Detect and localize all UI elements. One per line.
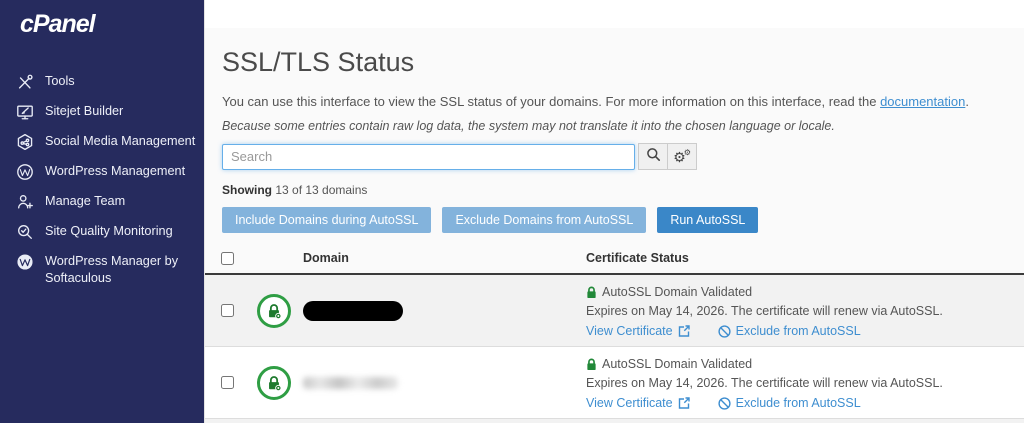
sidebar: cPanel Tools Sitejet Builder Social Medi… xyxy=(0,0,204,423)
sidebar-nav: Tools Sitejet Builder Social Media Manag… xyxy=(0,67,204,293)
exclude-from-autossl-link[interactable]: Exclude from AutoSSL xyxy=(718,396,861,410)
sidebar-item-label: Manage Team xyxy=(45,194,126,208)
sidebar-item-label: WordPress Manager by Softaculous xyxy=(45,254,179,285)
status-links: View Certificate Exclude from AutoSSL xyxy=(586,396,1024,410)
exclude-from-autossl-label: Exclude from AutoSSL xyxy=(735,396,861,410)
status-badge: AutoSSL Domain Validated xyxy=(586,285,1024,299)
ssl-lock-badge-icon xyxy=(257,293,291,328)
view-certificate-label: View Certificate xyxy=(586,396,673,410)
green-lock-icon xyxy=(587,286,596,298)
external-link-icon xyxy=(678,325,690,337)
page-title: SSL/TLS Status xyxy=(222,47,415,77)
showing-text: 13 of 13 domains xyxy=(272,183,368,197)
manage-team-icon xyxy=(16,193,34,211)
view-certificate-label: View Certificate xyxy=(586,324,673,338)
sidebar-item-sitejet-builder[interactable]: Sitejet Builder xyxy=(0,97,204,127)
column-header-domain: Domain xyxy=(303,251,349,265)
search-button[interactable] xyxy=(638,143,668,170)
sidebar-item-manage-team[interactable]: Manage Team xyxy=(0,187,204,217)
green-lock-icon xyxy=(587,358,596,370)
status-badge: AutoSSL Domain Validated xyxy=(586,357,1024,371)
column-header-certificate-status: Certificate Status xyxy=(586,251,689,265)
table-header: Domain Certificate Status xyxy=(205,245,1024,275)
top-bar xyxy=(205,0,1024,28)
wordpress-manager-icon xyxy=(16,253,34,271)
status-badge-text: AutoSSL Domain Validated xyxy=(602,285,753,299)
status-detail: Expires on May 14, 2026. The certificate… xyxy=(586,304,943,318)
wordpress-icon xyxy=(16,163,34,181)
description-period: . xyxy=(965,94,969,109)
search-input[interactable] xyxy=(222,143,635,170)
status-links: View Certificate Exclude from AutoSSL xyxy=(586,324,1024,338)
sidebar-item-label: Sitejet Builder xyxy=(45,104,124,118)
redaction-blackout xyxy=(303,300,403,321)
view-certificate-link[interactable]: View Certificate xyxy=(586,396,690,410)
status-badge-text: AutoSSL Domain Validated xyxy=(602,357,753,371)
sidebar-item-label: WordPress Management xyxy=(45,164,186,178)
tools-icon xyxy=(16,73,34,91)
view-certificate-link[interactable]: View Certificate xyxy=(586,324,690,338)
showing-count: Showing 13 of 13 domains xyxy=(222,183,1024,197)
sidebar-item-wordpress-management[interactable]: WordPress Management xyxy=(0,157,204,187)
status-detail: Expires on May 14, 2026. The certificate… xyxy=(586,376,943,390)
redaction-blur xyxy=(303,376,398,389)
search-bar: ⚙⚙ xyxy=(222,143,1024,170)
certificate-status-cell: AutoSSL Domain Validated Expires on May … xyxy=(586,355,1024,410)
certificate-status-cell: AutoSSL Domain Validated Expires on May … xyxy=(586,283,1024,338)
sidebar-item-wordpress-manager-softaculous[interactable]: WordPress Manager by Softaculous xyxy=(0,247,204,293)
sitejet-icon xyxy=(16,103,34,121)
select-all-checkbox[interactable] xyxy=(221,251,234,265)
external-link-icon xyxy=(678,397,690,409)
sidebar-item-social-media-management[interactable]: Social Media Management xyxy=(0,127,204,157)
cpanel-logo[interactable]: cPanel xyxy=(0,0,204,39)
sidebar-item-label: Social Media Management xyxy=(45,134,196,148)
sidebar-item-label: Tools xyxy=(45,74,75,88)
search-settings-button[interactable]: ⚙⚙ xyxy=(667,143,697,170)
showing-label: Showing xyxy=(222,183,272,197)
ssl-lock-badge-icon xyxy=(257,365,291,400)
page-description: You can use this interface to view the S… xyxy=(222,94,1007,109)
domains-table: Domain Certificate Status AutoSSL Domain… xyxy=(205,245,1024,423)
gears-icon: ⚙⚙ xyxy=(673,147,691,166)
app-window: cPanel Tools Sitejet Builder Social Medi… xyxy=(0,0,1024,423)
ban-icon xyxy=(718,396,731,410)
sidebar-item-label: Site Quality Monitoring xyxy=(45,224,173,238)
sidebar-item-site-quality-monitoring[interactable]: Site Quality Monitoring xyxy=(0,217,204,247)
table-row-partial xyxy=(205,419,1024,423)
site-quality-icon xyxy=(16,223,34,241)
exclude-from-autossl-link[interactable]: Exclude from AutoSSL xyxy=(718,324,861,338)
sidebar-item-tools[interactable]: Tools xyxy=(0,67,204,97)
include-domains-autossl-button[interactable]: Include Domains during AutoSSL xyxy=(222,207,432,233)
domain-name-redacted xyxy=(303,283,586,338)
row-checkbox[interactable] xyxy=(221,304,234,317)
table-row: AutoSSL Domain Validated Expires on May … xyxy=(205,347,1024,419)
run-autossl-button[interactable]: Run AutoSSL xyxy=(657,207,759,233)
row-checkbox[interactable] xyxy=(221,376,234,389)
autossl-actions: Include Domains during AutoSSL Exclude D… xyxy=(222,207,1024,233)
locale-note: Because some entries contain raw log dat… xyxy=(222,119,835,133)
description-text: You can use this interface to view the S… xyxy=(222,94,881,109)
social-media-icon xyxy=(16,133,34,151)
main-content: SSL/TLS Status You can use this interfac… xyxy=(204,0,1024,423)
exclude-from-autossl-label: Exclude from AutoSSL xyxy=(735,324,861,338)
search-icon xyxy=(646,147,661,167)
ban-icon xyxy=(718,324,731,338)
table-row: AutoSSL Domain Validated Expires on May … xyxy=(205,275,1024,347)
domain-name-redacted xyxy=(303,355,586,410)
exclude-domains-autossl-button[interactable]: Exclude Domains from AutoSSL xyxy=(442,207,647,233)
documentation-link[interactable]: documentation xyxy=(880,94,965,109)
